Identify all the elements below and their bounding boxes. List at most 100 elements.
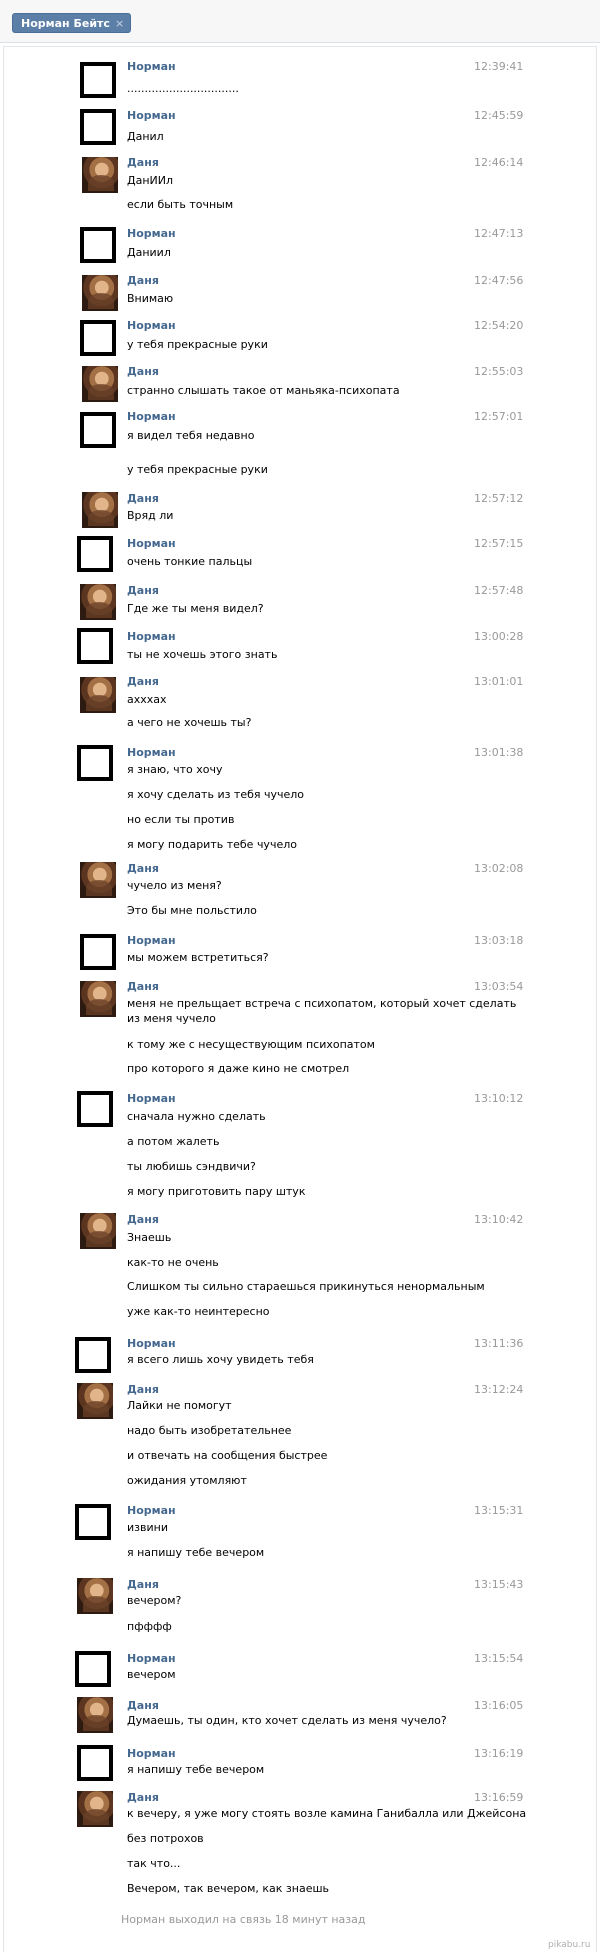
message-text: у тебя прекрасные руки [127, 338, 268, 351]
message-time: 13:02:08 [474, 862, 524, 875]
message-text: я могу подарить тебе чучело [127, 838, 297, 851]
message-text: я могу приготовить пару штук [127, 1185, 306, 1198]
avatar-norman[interactable] [80, 227, 116, 263]
tab-norman-bates[interactable]: Норман Бейтс × [12, 13, 132, 33]
message-author[interactable]: Даня [127, 1699, 159, 1712]
avatar-norman[interactable] [75, 1337, 111, 1373]
message-author[interactable]: Даня [127, 584, 159, 597]
message-text: я напишу тебе вечером [127, 1546, 265, 1559]
message-text: мы можем встретиться? [127, 951, 269, 964]
tab-title: Норман Бейтс [21, 16, 110, 30]
avatar-norman[interactable] [80, 320, 116, 356]
avatar-norman[interactable] [77, 1745, 113, 1781]
message-author[interactable]: Даня [127, 365, 159, 378]
message-author[interactable]: Норман [127, 746, 176, 759]
message-text: извини [127, 1521, 168, 1534]
message-text: странно слышать такое от маньяка-психопа… [127, 384, 400, 397]
last-seen-status: Норман выходил на связь 18 минут назад [121, 1913, 366, 1926]
message-author[interactable]: Даня [127, 1383, 159, 1396]
avatar-danya[interactable] [77, 1697, 113, 1733]
message-text: вечером? [127, 1594, 182, 1607]
message-text: вечером [127, 1668, 176, 1681]
message-time: 12:47:13 [474, 227, 524, 240]
avatar-danya[interactable] [82, 492, 118, 528]
avatar-danya[interactable] [80, 981, 116, 1017]
message-text: если быть точным [127, 198, 234, 211]
message-author[interactable]: Норман [127, 1504, 176, 1517]
message-author[interactable]: Норман [127, 1337, 176, 1350]
message-time: 13:01:38 [474, 746, 524, 759]
message-author[interactable]: Норман [127, 537, 176, 550]
message-author[interactable]: Даня [127, 274, 159, 287]
message-author[interactable]: Норман [127, 1652, 176, 1665]
avatar-danya[interactable] [77, 1791, 113, 1827]
message-author[interactable]: Даня [127, 1213, 159, 1226]
avatar-danya[interactable] [82, 366, 118, 402]
message-time: 12:57:48 [474, 584, 524, 597]
message-time: 13:15:31 [474, 1504, 524, 1517]
message-author[interactable]: Даня [127, 156, 159, 169]
message-text: Слишком ты сильно стараешься прикинуться… [127, 1280, 485, 1293]
avatar-norman[interactable] [80, 109, 116, 145]
message-author[interactable]: Норман [127, 410, 176, 423]
message-time: 12:54:20 [474, 319, 524, 332]
avatar-danya[interactable] [80, 584, 116, 620]
message-text: Внимаю [127, 292, 174, 305]
message-author[interactable]: Норман [127, 1747, 176, 1760]
message-author[interactable]: Даня [127, 492, 159, 505]
avatar-norman[interactable] [77, 1091, 113, 1127]
message-author[interactable]: Норман [127, 934, 176, 947]
message-text: Даниил [127, 246, 171, 259]
message-text: из меня чучело [127, 1012, 216, 1025]
message-text: я напишу тебе вечером [127, 1763, 265, 1776]
message-author[interactable]: Норман [127, 109, 176, 122]
message-time: 12:47:56 [474, 274, 524, 287]
message-text: пфффф [127, 1620, 172, 1633]
message-author[interactable]: Даня [127, 1791, 159, 1804]
message-time: 13:00:28 [474, 630, 524, 643]
message-author[interactable]: Даня [127, 862, 159, 875]
avatar-norman[interactable] [80, 412, 116, 448]
avatar-norman[interactable] [75, 1504, 111, 1540]
message-author[interactable]: Норман [127, 630, 176, 643]
close-icon[interactable]: × [115, 17, 124, 30]
avatar-danya[interactable] [80, 862, 116, 898]
message-author[interactable]: Даня [127, 675, 159, 688]
message-author[interactable]: Даня [127, 980, 159, 993]
avatar-norman[interactable] [77, 745, 113, 781]
avatar-danya[interactable] [82, 275, 118, 311]
avatar-danya[interactable] [77, 1383, 113, 1419]
message-text: Вряд ли [127, 509, 174, 522]
message-author[interactable]: Даня [127, 1578, 159, 1591]
message-author[interactable]: Норман [127, 60, 176, 73]
avatar-danya[interactable] [77, 1578, 113, 1614]
avatar-norman[interactable] [77, 536, 113, 572]
watermark: pikabu.ru [548, 1940, 591, 1950]
message-text: а потом жалеть [127, 1135, 220, 1148]
message-time: 13:10:12 [474, 1092, 524, 1105]
message-text: уже как-то неинтересно [127, 1305, 270, 1318]
avatar-norman[interactable] [77, 628, 113, 664]
avatar-danya[interactable] [82, 157, 118, 193]
message-author[interactable]: Норман [127, 1092, 176, 1105]
message-text: и отвечать на сообщения быстрее [127, 1449, 328, 1462]
message-author[interactable]: Норман [127, 319, 176, 332]
message-time: 12:57:15 [474, 537, 524, 550]
message-time: 13:03:18 [474, 934, 524, 947]
message-text: ахххах [127, 693, 167, 706]
message-time: 13:16:59 [474, 1791, 524, 1804]
message-time: 13:10:42 [474, 1213, 524, 1226]
avatar-norman[interactable] [80, 62, 116, 98]
message-time: 13:15:43 [474, 1578, 524, 1591]
message-time: 13:15:54 [474, 1652, 524, 1665]
avatar-norman[interactable] [80, 934, 116, 970]
message-text: про которого я даже кино не смотрел [127, 1062, 350, 1075]
message-time: 13:03:54 [474, 980, 524, 993]
avatar-danya[interactable] [80, 677, 116, 713]
message-time: 12:46:14 [474, 156, 524, 169]
message-author[interactable]: Норман [127, 227, 176, 240]
message-text: ожидания утомляют [127, 1474, 247, 1487]
avatar-norman[interactable] [75, 1651, 111, 1687]
avatar-danya[interactable] [80, 1213, 116, 1249]
message-time: 12:45:59 [474, 109, 524, 122]
